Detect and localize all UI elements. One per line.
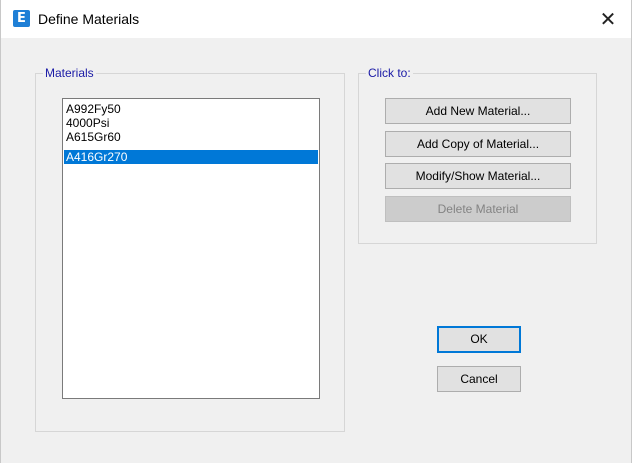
ok-button[interactable]: OK: [437, 326, 521, 353]
add-copy-material-button[interactable]: Add Copy of Material...: [385, 131, 571, 157]
list-item[interactable]: A992Fy50: [64, 102, 318, 116]
define-materials-dialog: E Define Materials ✕ Materials A992Fy50 …: [0, 0, 632, 463]
title-bar[interactable]: E Define Materials ✕: [1, 0, 631, 38]
window-title: Define Materials: [38, 11, 140, 27]
modify-show-material-button[interactable]: Modify/Show Material...: [385, 163, 571, 189]
click-to-legend: Click to:: [366, 66, 413, 80]
add-new-material-button[interactable]: Add New Material...: [385, 98, 571, 124]
close-icon[interactable]: ✕: [597, 8, 619, 30]
materials-listbox[interactable]: A992Fy50 4000Psi A615Gr60 A416Gr270: [62, 98, 320, 399]
cancel-button[interactable]: Cancel: [437, 366, 521, 392]
materials-legend: Materials: [43, 66, 96, 80]
list-item-selected[interactable]: A416Gr270: [64, 150, 318, 164]
list-item[interactable]: 4000Psi: [64, 116, 318, 130]
etabs-app-icon: E: [13, 10, 30, 27]
delete-material-button: Delete Material: [385, 196, 571, 222]
list-item[interactable]: A615Gr60: [64, 130, 318, 144]
